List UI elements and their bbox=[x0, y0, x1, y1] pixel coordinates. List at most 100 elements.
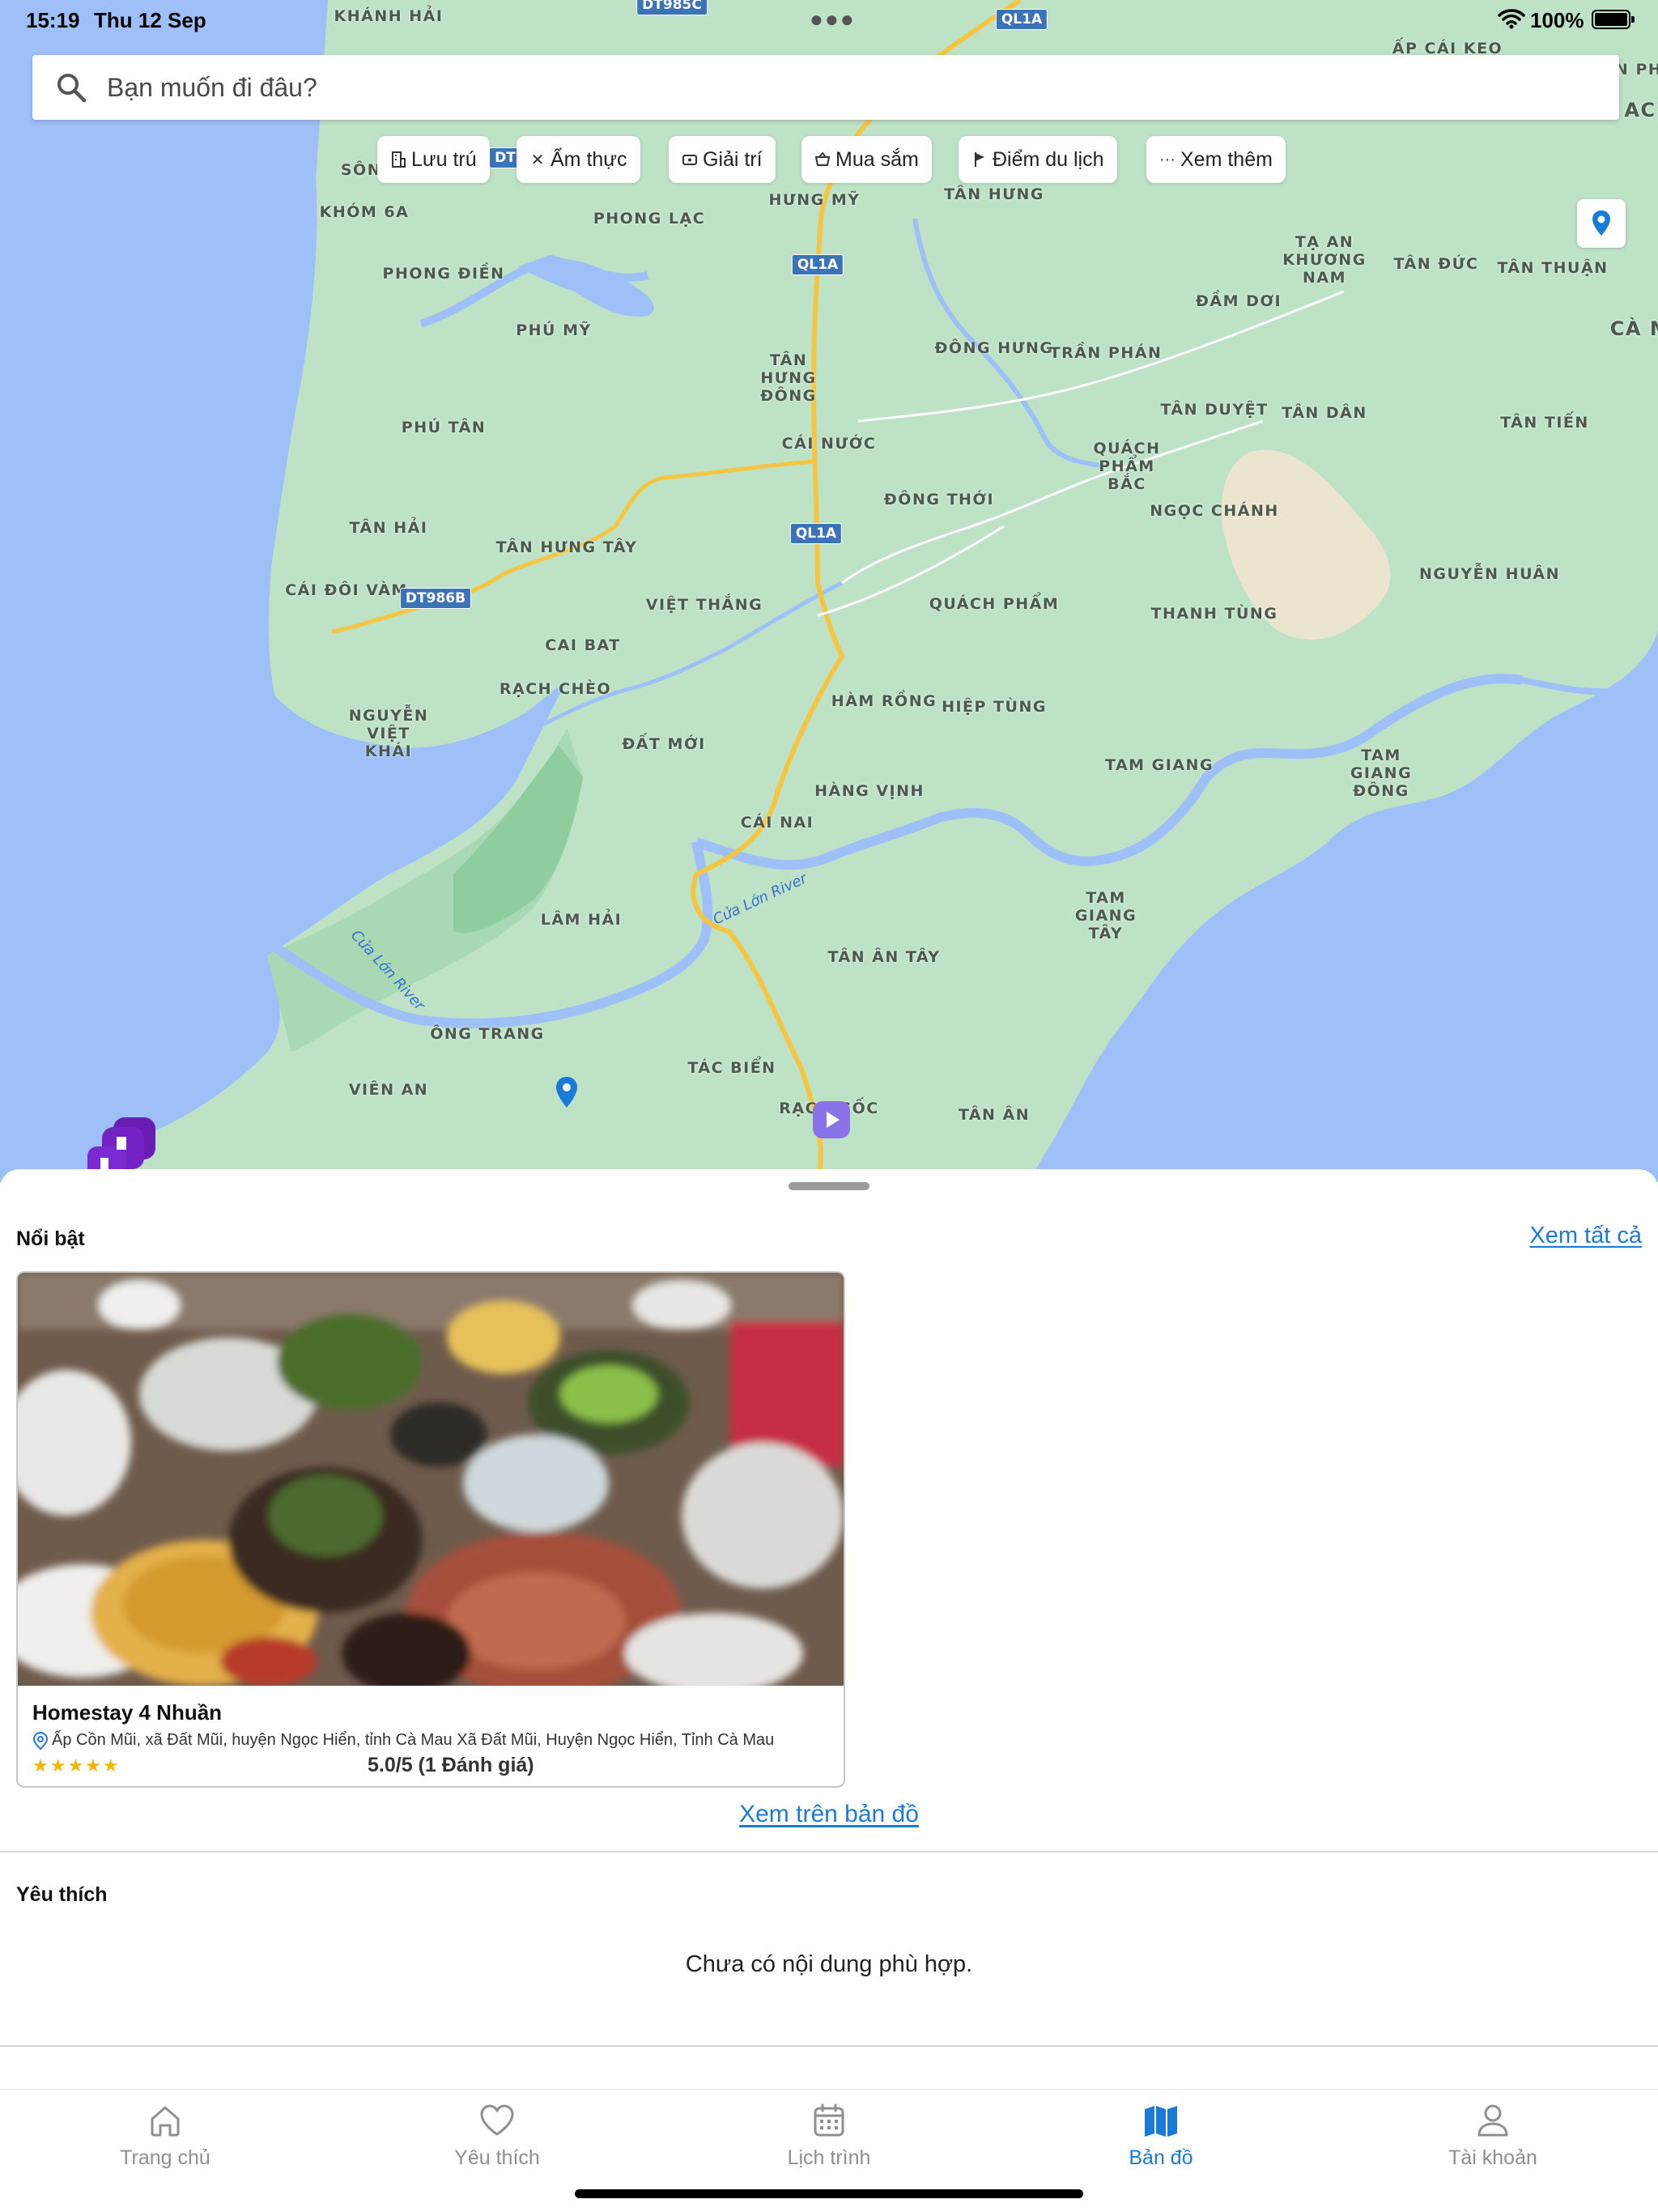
map-label: TÂN HẢI bbox=[349, 519, 428, 537]
road-shield: QL1A bbox=[791, 254, 844, 275]
search-icon bbox=[55, 71, 87, 104]
view-on-map-link[interactable]: Xem trên bản đồ bbox=[739, 1801, 919, 1827]
chip-label: Xem thêm bbox=[1180, 147, 1273, 171]
road-shield: QL1A bbox=[789, 523, 843, 544]
map-label: CÁI NAI bbox=[740, 814, 814, 832]
featured-card[interactable]: Homestay 4 Nhuần Ấp Cồn Mũi, xã Đất Mũi,… bbox=[16, 1271, 845, 1788]
map-label: TÂN ÂN TÂY bbox=[827, 948, 941, 966]
chip-label: Ẩm thực bbox=[551, 147, 627, 171]
map-label: QUÁCH PHẨM bbox=[929, 595, 1060, 613]
rating-stars: ★★★★★ bbox=[32, 1755, 121, 1776]
empty-state-text: Chưa có nội dung phù hợp. bbox=[685, 1951, 973, 1977]
status-time: 15:19 bbox=[26, 8, 80, 32]
map-label: NGỌC CHÁNH bbox=[1150, 502, 1279, 520]
map-label: PHÚ MỸ bbox=[516, 321, 592, 339]
map-label: TÂN HƯNG ĐÔNG bbox=[760, 351, 817, 405]
map-label: VIÊN AN bbox=[348, 1081, 429, 1099]
card-photo bbox=[18, 1273, 844, 1686]
map-label: TAM GIANG ĐÔNG bbox=[1350, 747, 1413, 800]
calendar-icon bbox=[814, 2104, 844, 2137]
tab-label: Lịch trình bbox=[787, 2146, 871, 2169]
map-label: HÀNG VỊNH bbox=[814, 782, 925, 800]
tab-home[interactable]: Trang chủ bbox=[44, 2101, 287, 2170]
map-label: TÂN TIẾN bbox=[1500, 414, 1589, 432]
home-icon bbox=[151, 2106, 180, 2137]
search-bar[interactable] bbox=[32, 55, 1619, 120]
tab-label: Bản đồ bbox=[1129, 2146, 1193, 2169]
map-label: TÂN ĐỨC bbox=[1393, 255, 1479, 273]
location-pin-icon bbox=[1592, 211, 1610, 236]
map-label: THANH TÙNG bbox=[1150, 605, 1278, 623]
map-label: CÁI ĐÔI VÀM bbox=[285, 581, 408, 599]
tab-account[interactable]: Tài khoản bbox=[1371, 2101, 1614, 2170]
multitask-dots-icon[interactable]: ●●● bbox=[810, 6, 856, 32]
wifi-icon bbox=[1498, 8, 1525, 33]
map-label: RẠCH CHÈO bbox=[499, 680, 612, 698]
chip-giai-tri[interactable]: Giải trí bbox=[669, 136, 776, 183]
map-label: TAM GIANG bbox=[1104, 756, 1214, 774]
card-title: Homestay 4 Nhuần bbox=[32, 1700, 223, 1725]
ticket-icon bbox=[682, 151, 698, 168]
hotel-icon bbox=[390, 151, 406, 168]
map-label: HIỆP TÙNG bbox=[942, 698, 1047, 716]
chip-mua-sam[interactable]: Mua sắm bbox=[801, 136, 932, 183]
map-label: PHÚ TÂN bbox=[401, 419, 487, 436]
map-label: KHÓM 6A bbox=[319, 203, 410, 221]
chip-am-thuc[interactable]: ✕ Ẩm thực bbox=[517, 136, 640, 183]
chip-luu-tru[interactable]: Lưu trú bbox=[377, 136, 490, 183]
featured-title: Nổi bật bbox=[16, 1227, 85, 1250]
map-label: TÂN HƯNG TÂY bbox=[495, 538, 638, 556]
search-input[interactable] bbox=[107, 72, 1564, 103]
map-label: TẠ AN KHƯƠNG NAM bbox=[1282, 233, 1367, 287]
map-label: CAI BAT bbox=[545, 636, 621, 654]
divider bbox=[0, 2045, 1658, 2047]
tab-schedule[interactable]: Lịch trình bbox=[708, 2101, 950, 2170]
tab-label: Tài khoản bbox=[1448, 2146, 1537, 2169]
map-label: ĐẦM DƠI bbox=[1195, 292, 1282, 310]
map-label: HÀM RỒNG bbox=[831, 692, 937, 710]
locate-button[interactable] bbox=[1577, 199, 1626, 248]
map-label: TÂN DÂN bbox=[1282, 404, 1367, 422]
chip-label: Mua sắm bbox=[835, 147, 919, 171]
map-label: VIỆT THẮNG bbox=[645, 596, 763, 614]
map-label: TRẦN PHÁN bbox=[1049, 344, 1163, 362]
map-label: PHONG LẠC bbox=[593, 210, 706, 228]
tab-map[interactable]: Bản đồ bbox=[1039, 2101, 1282, 2170]
card-address: Ấp Cồn Mũi, xã Đất Mũi, huyện Ngọc Hiển,… bbox=[32, 1731, 774, 1750]
tab-label: Trang chủ bbox=[120, 2146, 210, 2169]
map-label: QUÁCH PHẨM BẮC bbox=[1093, 440, 1161, 493]
home-indicator[interactable] bbox=[575, 2189, 1083, 2198]
chip-diem-du-lich[interactable]: Điểm du lịch bbox=[959, 136, 1117, 183]
tab-label: Yêu thích bbox=[454, 2146, 540, 2169]
map-label: ÔNG TRANG bbox=[430, 1025, 545, 1043]
map-label: SÔN bbox=[340, 161, 382, 179]
map-label: NGUYỄN HUÂN bbox=[1418, 565, 1561, 583]
battery-percent: 100% bbox=[1530, 8, 1584, 32]
flag-icon bbox=[971, 151, 988, 168]
map-label: ĐÔNG THỚI bbox=[883, 491, 995, 508]
sheet-handle[interactable] bbox=[789, 1182, 869, 1190]
tab-favorites[interactable]: Yêu thích bbox=[376, 2101, 619, 2170]
basket-icon bbox=[814, 151, 831, 168]
chip-label: Điểm du lịch bbox=[993, 147, 1104, 171]
featured-see-all-link[interactable]: Xem tất cả bbox=[1529, 1223, 1642, 1249]
chip-xem-them[interactable]: ··· Xem thêm bbox=[1146, 136, 1286, 183]
map-label: TÂN HƯNG bbox=[944, 185, 1044, 203]
map-label: LÂM HẢI bbox=[540, 911, 623, 929]
chip-label: Lưu trú bbox=[411, 147, 477, 171]
map-label: CÀ M bbox=[1609, 317, 1658, 340]
map-label: TÂN DUYỆT bbox=[1160, 401, 1269, 419]
rating-text: 5.0/5 (1 Đánh giá) bbox=[368, 1754, 534, 1776]
map-icon bbox=[1145, 2106, 1177, 2137]
status-bar: 15:19 Thu 12 Sep ●●● 100% bbox=[0, 0, 1658, 39]
chip-label: Giải trí bbox=[703, 147, 763, 171]
card-address-text: Ấp Cồn Mũi, xã Đất Mũi, huyện Ngọc Hiển,… bbox=[52, 1731, 775, 1749]
map-label: HƯNG MỸ bbox=[768, 191, 861, 209]
divider bbox=[0, 1851, 1658, 1853]
road-shield: DT986B bbox=[399, 588, 472, 609]
bottom-sheet[interactable]: Nổi bật Xem tất cả Homestay 4 Nhuần Ấp C… bbox=[0, 1169, 1658, 2092]
map-label: PHONG ĐIỀN bbox=[382, 265, 505, 283]
map-label: TÂN ÂN bbox=[958, 1106, 1031, 1124]
status-date: Thu 12 Sep bbox=[94, 8, 206, 32]
favorites-title: Yêu thích bbox=[16, 1883, 108, 1906]
